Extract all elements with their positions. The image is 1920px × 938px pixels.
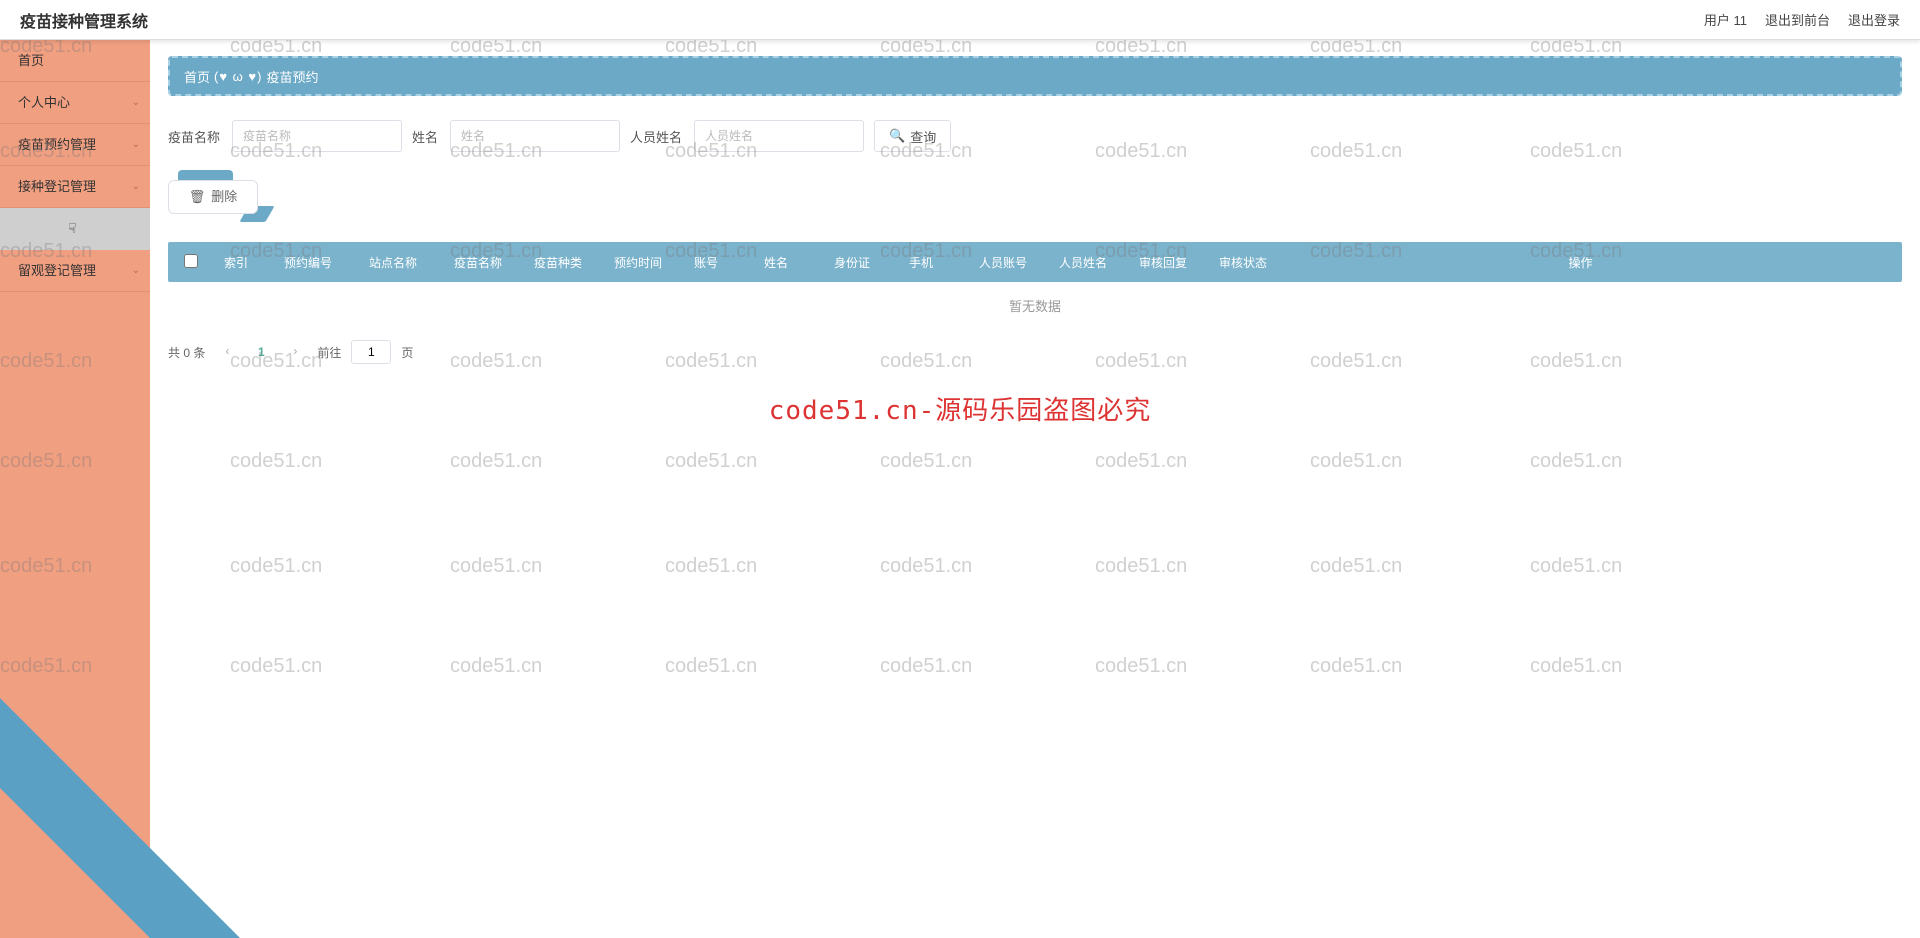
- top-header: 疫苗接种管理系统 用户 11 退出到前台 退出登录: [0, 0, 1920, 40]
- sidebar-hover-gap: ☟: [0, 208, 150, 250]
- trash-icon: 🗑: [189, 180, 206, 214]
- sidebar-item-label: 留观登记管理: [18, 263, 96, 278]
- select-all-cell: [168, 254, 214, 271]
- decor-triangle-salmon: [0, 788, 150, 938]
- pagination-goto-input[interactable]: [351, 340, 391, 364]
- breadcrumb-current: 疫苗预约: [267, 67, 319, 86]
- search-label-name: 姓名: [412, 127, 438, 146]
- pagination: 共 0 条 ‹ 1 › 前往 页: [168, 340, 1902, 364]
- sidebar-item-label: 接种登记管理: [18, 179, 96, 194]
- chevron-down-icon: ⌄: [132, 124, 140, 166]
- th-vaccine-type: 疫苗种类: [524, 254, 604, 271]
- vaccine-name-input[interactable]: [232, 120, 402, 152]
- sidebar-item-label: 首页: [18, 53, 44, 68]
- th-vaccine-name: 疫苗名称: [444, 254, 524, 271]
- sidebar-item-profile[interactable]: 个人中心 ⌄: [0, 82, 150, 124]
- search-row: 疫苗名称 姓名 人员姓名 🔍 查询: [168, 120, 1902, 152]
- th-staff-account: 人员账号: [969, 254, 1049, 271]
- breadcrumb: 首页 (♥ ω ♥) 疫苗预约: [168, 56, 1902, 96]
- table-header: 索引 预约编号 站点名称 疫苗名称 疫苗种类 预约时间 账号 姓名 身份证 手机…: [168, 242, 1902, 282]
- th-name: 姓名: [754, 254, 824, 271]
- delete-button-label: 删除: [211, 180, 237, 214]
- th-index: 索引: [214, 254, 274, 271]
- th-operate: 操作: [1289, 254, 1902, 271]
- select-all-checkbox[interactable]: [184, 254, 198, 268]
- delete-decor-top: [178, 170, 233, 180]
- sidebar-item-vaccine-appt[interactable]: 疫苗预约管理 ⌄: [0, 124, 150, 166]
- app-title: 疫苗接种管理系统: [20, 8, 148, 32]
- th-phone: 手机: [899, 254, 969, 271]
- th-appt-time: 预约时间: [604, 254, 684, 271]
- pagination-total: 共 0 条: [168, 344, 205, 361]
- sidebar-item-observe-reg[interactable]: 留观登记管理 ⌄: [0, 250, 150, 292]
- logout-link[interactable]: 退出登录: [1848, 10, 1900, 29]
- th-idcard: 身份证: [824, 254, 899, 271]
- breadcrumb-emoji-icon: (♥ ω ♥): [214, 69, 262, 84]
- cursor-pointer-icon: ☟: [68, 220, 77, 237]
- chevron-down-icon: ⌄: [132, 82, 140, 124]
- to-front-link[interactable]: 退出到前台: [1765, 10, 1830, 29]
- search-button[interactable]: 🔍 查询: [874, 120, 951, 152]
- pagination-next[interactable]: ›: [283, 340, 307, 364]
- header-right: 用户 11 退出到前台 退出登录: [1704, 10, 1900, 29]
- pagination-prev[interactable]: ‹: [215, 340, 239, 364]
- pagination-goto-label: 前往: [317, 344, 341, 361]
- th-account: 账号: [684, 254, 754, 271]
- th-review-reply: 审核回复: [1129, 254, 1209, 271]
- search-button-label: 查询: [910, 127, 936, 146]
- sidebar-item-label: 疫苗预约管理: [18, 137, 96, 152]
- pagination-current[interactable]: 1: [249, 340, 273, 364]
- search-label-vaccine: 疫苗名称: [168, 127, 220, 146]
- sidebar-item-vaccine-reg[interactable]: 接种登记管理 ⌄: [0, 166, 150, 208]
- search-icon: 🔍: [889, 128, 905, 144]
- table-empty: 暂无数据: [168, 282, 1902, 332]
- th-review-status: 审核状态: [1209, 254, 1289, 271]
- th-appt-no: 预约编号: [274, 254, 359, 271]
- pagination-unit: 页: [401, 344, 413, 361]
- sidebar-item-home[interactable]: 首页: [0, 40, 150, 82]
- chevron-down-icon: ⌄: [132, 250, 140, 292]
- chevron-down-icon: ⌄: [132, 166, 140, 208]
- th-site: 站点名称: [359, 254, 444, 271]
- staff-name-input[interactable]: [694, 120, 864, 152]
- search-label-staff: 人员姓名: [630, 127, 682, 146]
- user-label[interactable]: 用户 11: [1704, 10, 1747, 29]
- main-content: 首页 (♥ ω ♥) 疫苗预约 疫苗名称 姓名 人员姓名 🔍 查询 🗑 删除: [150, 40, 1920, 938]
- th-staff-name: 人员姓名: [1049, 254, 1129, 271]
- breadcrumb-home[interactable]: 首页: [184, 67, 210, 86]
- delete-wrap: 🗑 删除: [168, 180, 258, 214]
- delete-button[interactable]: 🗑 删除: [168, 180, 258, 214]
- name-input[interactable]: [450, 120, 620, 152]
- sidebar-item-label: 个人中心: [18, 95, 70, 110]
